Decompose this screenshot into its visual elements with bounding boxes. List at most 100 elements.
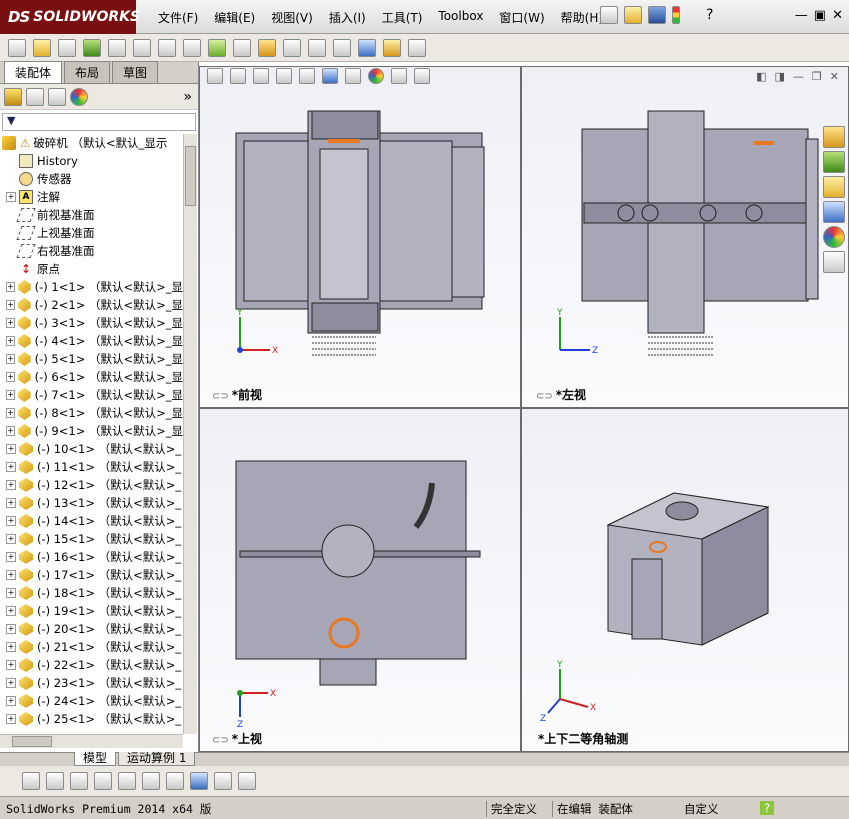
expand-icon[interactable]: + <box>6 480 16 490</box>
display-style-icon[interactable] <box>322 68 338 84</box>
assembly-features-icon[interactable] <box>208 38 226 57</box>
instant3d-icon[interactable] <box>358 38 376 57</box>
expand-icon[interactable]: + <box>6 318 16 328</box>
layers-icon[interactable] <box>70 772 88 790</box>
close-icon[interactable]: ✕ <box>832 8 843 23</box>
tree-part[interactable]: + (-) 25<1> （默认<默认>_ <box>0 710 183 728</box>
shaded-display-icon[interactable] <box>190 772 208 790</box>
tab-layout[interactable]: 布局 <box>64 61 111 83</box>
tree-part[interactable]: + (-) 9<1> （默认<默认>_显 <box>0 422 183 440</box>
menu-file[interactable]: 文件(F) <box>150 9 206 26</box>
expand-icon[interactable]: + <box>6 588 16 598</box>
tree-node[interactable]: 上视基准面 <box>0 224 183 242</box>
snapshot-icon[interactable] <box>408 38 426 57</box>
view-orientation-icon[interactable] <box>299 68 315 84</box>
expand-icon[interactable]: + <box>6 426 16 436</box>
file-explorer-icon[interactable] <box>823 176 845 198</box>
graphics-area[interactable]: Y X ⊂⊃ *前视 Y Z ⊂⊃ *左视 X Z ⊂⊃ *上视 Y X Z *… <box>199 62 849 752</box>
tree-part[interactable]: + (-) 3<1> （默认<默认>_显 <box>0 314 183 332</box>
wireframe-icon[interactable] <box>214 772 232 790</box>
speedpak-icon[interactable] <box>383 38 401 57</box>
tree-part[interactable]: + (-) 20<1> （默认<默认>_ <box>0 620 183 638</box>
expand-icon[interactable]: + <box>6 498 16 508</box>
section-view-icon[interactable] <box>276 68 292 84</box>
expand-panel-icon[interactable]: » <box>183 89 192 105</box>
rebuild-traffic-light-icon[interactable] <box>672 6 680 24</box>
tree-part[interactable]: + (-) 10<1> （默认<默认>_ <box>0 440 183 458</box>
feature-manager-icon[interactable] <box>4 87 22 106</box>
status-units[interactable]: 自定义 <box>684 801 719 817</box>
viewport-minimize-icon[interactable]: — <box>793 70 804 83</box>
viewport-front[interactable]: Y X ⊂⊃ *前视 <box>199 66 521 408</box>
tree-filter[interactable]: ▼ <box>2 113 196 131</box>
model-view-icon[interactable] <box>238 772 256 790</box>
tree-part[interactable]: + (-) 24<1> （默认<默认>_ <box>0 692 183 710</box>
viewport-tile-icon[interactable]: ❐ <box>812 70 822 83</box>
new-part-icon[interactable] <box>8 38 26 57</box>
show-hidden-icon[interactable] <box>183 38 201 57</box>
list-icon[interactable] <box>94 772 112 790</box>
solidworks-logo[interactable]: DS SOLIDWORKS <box>0 0 140 34</box>
tree-node[interactable]: 前视基准面 <box>0 206 183 224</box>
tree-node[interactable]: 传感器 <box>0 170 183 188</box>
exploded-view-icon[interactable] <box>308 38 326 57</box>
expand-icon[interactable]: + <box>6 354 16 364</box>
viewport-left-arrow-icon[interactable]: ◧ <box>756 70 766 83</box>
open-folder-icon[interactable] <box>624 6 642 24</box>
viewport-top[interactable]: X Z ⊂⊃ *上视 <box>199 408 521 752</box>
zoom-to-area-icon[interactable] <box>230 68 246 84</box>
minimize-icon[interactable]: — <box>795 8 808 23</box>
link-views-icon[interactable]: ⊂⊃ <box>212 391 229 402</box>
tree-node[interactable]: + A 注解 <box>0 188 183 206</box>
viewport-right-arrow-icon[interactable]: ◨ <box>775 70 785 83</box>
previous-view-icon[interactable] <box>253 68 269 84</box>
scroll-thumb[interactable] <box>185 146 196 206</box>
viewport-close-icon[interactable]: ✕ <box>830 70 839 83</box>
explode-line-icon[interactable] <box>333 38 351 57</box>
reference-geometry-icon[interactable] <box>233 38 251 57</box>
move-component-icon[interactable] <box>158 38 176 57</box>
insert-component-icon[interactable] <box>33 38 51 57</box>
tree-part[interactable]: + (-) 1<1> （默认<默认>_显 <box>0 278 183 296</box>
help-icon[interactable]: ? <box>760 801 774 815</box>
expand-icon[interactable]: + <box>6 444 16 454</box>
tree-part[interactable]: + (-) 21<1> （默认<默认>_ <box>0 638 183 656</box>
bill-of-materials-icon[interactable] <box>283 38 301 57</box>
expand-icon[interactable]: + <box>6 714 16 724</box>
help-icon[interactable]: ? <box>706 7 713 23</box>
expand-icon[interactable]: + <box>6 192 16 202</box>
tree-part[interactable]: + (-) 4<1> （默认<默认>_显 <box>0 332 183 350</box>
expand-icon[interactable]: + <box>6 372 16 382</box>
tree-node[interactable]: 右视基准面 <box>0 242 183 260</box>
tree-part[interactable]: + (-) 23<1> （默认<默认>_ <box>0 674 183 692</box>
new-motion-study-icon[interactable] <box>258 38 276 57</box>
expand-icon[interactable]: + <box>6 696 16 706</box>
tree-horizontal-scrollbar[interactable] <box>0 734 183 748</box>
grid-icon[interactable] <box>118 772 136 790</box>
view-settings-icon[interactable] <box>414 68 430 84</box>
sketch-icon[interactable] <box>22 772 40 790</box>
expand-icon[interactable]: + <box>6 462 16 472</box>
tree-part[interactable]: + (-) 22<1> （默认<默认>_ <box>0 656 183 674</box>
expand-icon[interactable]: + <box>6 336 16 346</box>
zoom-to-fit-icon[interactable] <box>207 68 223 84</box>
view-palette-icon[interactable] <box>823 201 845 223</box>
restore-icon[interactable]: ▣ <box>814 8 826 23</box>
expand-icon[interactable]: + <box>6 642 16 652</box>
tree-part[interactable]: + (-) 12<1> （默认<默认>_ <box>0 476 183 494</box>
mate-icon[interactable] <box>83 38 101 57</box>
link-views-icon[interactable]: ⊂⊃ <box>536 391 553 402</box>
align-icon[interactable] <box>142 772 160 790</box>
configuration-manager-icon[interactable] <box>48 87 66 106</box>
design-library-icon[interactable] <box>823 151 845 173</box>
tree-node[interactable]: History <box>0 152 183 170</box>
menu-insert[interactable]: 插入(I) <box>321 9 374 26</box>
tree-part[interactable]: + (-) 11<1> （默认<默认>_ <box>0 458 183 476</box>
tree-part[interactable]: + (-) 6<1> （默认<默认>_显 <box>0 368 183 386</box>
tree-node[interactable]: ↕ 原点 <box>0 260 183 278</box>
expand-icon[interactable]: + <box>6 552 16 562</box>
menu-tools[interactable]: 工具(T) <box>374 9 431 26</box>
expand-icon[interactable]: + <box>6 624 16 634</box>
menu-view[interactable]: 视图(V) <box>263 9 321 26</box>
tree-vertical-scrollbar[interactable] <box>183 134 197 734</box>
